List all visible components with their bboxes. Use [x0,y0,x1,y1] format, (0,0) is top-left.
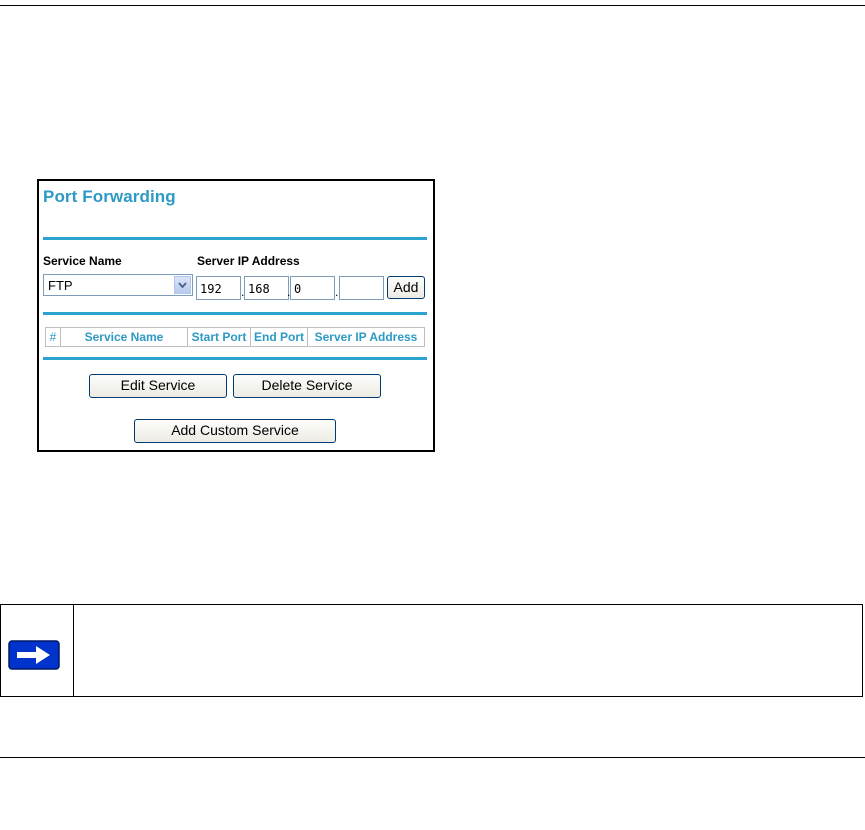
note-box [0,604,863,697]
edit-service-button[interactable]: Edit Service [89,374,227,398]
column-header-server-ip: Server IP Address [307,327,425,347]
service-select-value: FTP [48,278,73,293]
note-divider [73,605,74,696]
services-table: # Service Name Start Port End Port Serve… [45,327,425,347]
delete-service-button[interactable]: Delete Service [233,374,381,398]
add-custom-service-button[interactable]: Add Custom Service [134,419,336,443]
service-name-label: Service Name [43,254,122,268]
column-header-end-port: End Port [250,327,308,347]
ip-octet-1-input[interactable]: 192 [196,276,241,300]
column-header-number: # [45,327,61,347]
separator [43,312,427,315]
separator [43,237,427,240]
column-header-service-name: Service Name [60,327,188,347]
panel-title: Port Forwarding [43,187,176,206]
server-ip-label: Server IP Address [197,254,300,268]
ip-octet-4-input[interactable] [339,276,384,300]
chevron-down-icon[interactable] [174,276,191,294]
ip-octet-2-input[interactable]: 168 [244,276,289,300]
column-header-start-port: Start Port [187,327,251,347]
add-button[interactable]: Add [387,276,425,299]
separator [43,357,427,360]
service-name-select[interactable]: FTP [43,274,193,296]
bottom-rule [0,757,865,758]
arrow-right-icon [8,640,60,675]
top-rule [0,5,865,6]
table-header-row: # Service Name Start Port End Port Serve… [45,327,425,347]
ip-octet-3-input[interactable]: 0 [290,276,335,300]
port-forwarding-panel: Port Forwarding Service Name Server IP A… [37,179,435,452]
ip-dot: . [335,285,339,299]
